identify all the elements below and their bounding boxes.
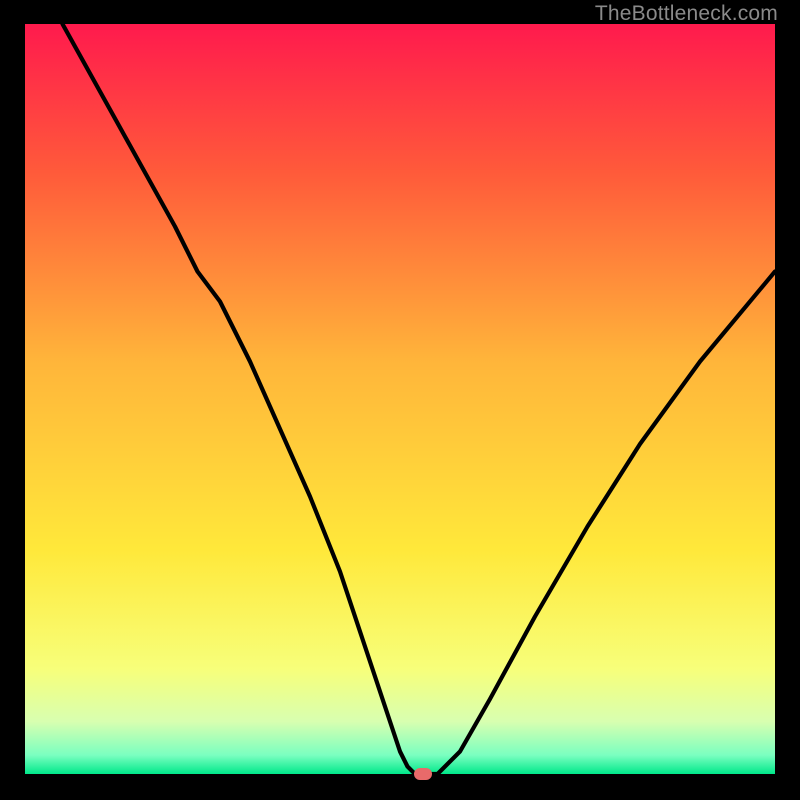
- optimal-point-marker: [414, 768, 432, 780]
- chart-background: [25, 24, 775, 774]
- bottleneck-chart: [25, 24, 775, 774]
- watermark-text: TheBottleneck.com: [595, 2, 778, 26]
- outer-frame: TheBottleneck.com: [0, 0, 800, 800]
